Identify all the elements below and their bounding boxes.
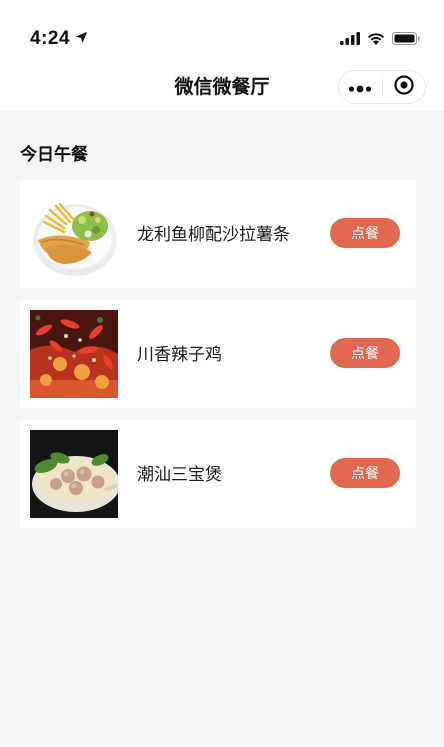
dish-image-fish-fillet-salad-fries: [30, 190, 118, 278]
order-button[interactable]: 点餐: [330, 458, 400, 488]
wifi-icon: [367, 30, 385, 49]
dish-name: 川香辣子鸡: [137, 345, 222, 365]
status-time-label: 4:24: [30, 28, 71, 49]
menu-item: 潮汕三宝煲 点餐: [20, 420, 416, 528]
order-button[interactable]: 点餐: [330, 338, 400, 368]
menu-item: 川香辣子鸡 点餐: [20, 300, 416, 408]
dish-name: 龙利鱼柳配沙拉薯条: [137, 225, 290, 245]
menu-list: 龙利鱼柳配沙拉薯条 点餐 川香辣子鸡 点餐 潮汕三宝煲 点餐: [20, 180, 416, 540]
mini-program-capsule: [338, 70, 426, 104]
status-time: 4:24: [30, 28, 88, 50]
order-button[interactable]: 点餐: [330, 218, 400, 248]
battery-icon: [392, 30, 420, 49]
status-bar: 4:24: [0, 0, 444, 62]
section-title: 今日午餐: [20, 145, 88, 165]
dish-name: 潮汕三宝煲: [137, 465, 222, 485]
target-circle-icon: [393, 74, 415, 100]
dish-image-spicy-chicken: [30, 310, 118, 398]
menu-item: 龙利鱼柳配沙拉薯条 点餐: [20, 180, 416, 288]
location-arrow-icon: [75, 28, 88, 50]
cellular-signal-icon: [340, 30, 360, 49]
more-button[interactable]: [339, 71, 382, 103]
status-indicators: [340, 30, 420, 49]
more-dots-icon: [348, 78, 372, 97]
dish-image-chaoshan-meatball-pot: [30, 430, 118, 518]
close-miniprogram-button[interactable]: [383, 71, 426, 103]
nav-bar: 微信微餐厅: [0, 62, 444, 110]
